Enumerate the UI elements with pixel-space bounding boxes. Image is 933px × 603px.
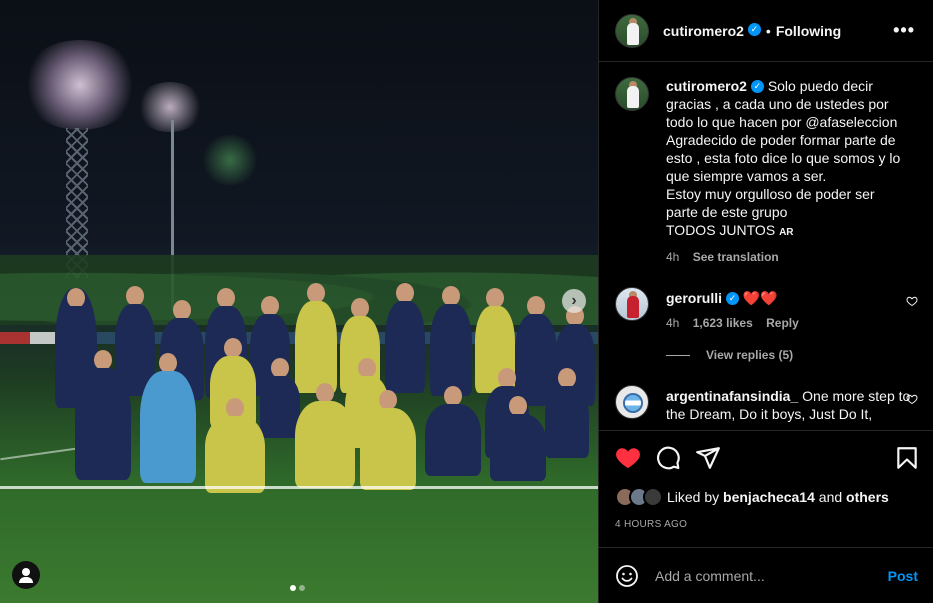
view-replies-button[interactable]: View replies (5)	[666, 348, 793, 362]
comment-icon[interactable]	[655, 445, 681, 471]
player	[545, 368, 589, 458]
comment-likes[interactable]: 1,623 likes	[693, 316, 753, 330]
carousel-dots	[290, 578, 308, 596]
caption-line: gracias , a cada uno de ustedes por	[666, 96, 889, 112]
commenter-username[interactable]: argentinafansindia_	[666, 388, 798, 404]
caption-text: cutiromero2 ✓ Solo puedo decir gracias , …	[666, 77, 920, 242]
team-group	[45, 278, 598, 493]
player	[260, 358, 300, 438]
caption-line: TODOS JUNTOS	[666, 222, 776, 238]
like-comment-icon[interactable]	[906, 295, 918, 307]
comment-item: argentinafansindia_ One more step to the…	[615, 385, 920, 423]
post-side-panel: cutiromero2 ✓ • Following ••• cutiromero…	[598, 0, 933, 603]
caption-line: que siempre vamos a ser.	[666, 168, 827, 184]
comment-item: gerorulli ✓ ❤️❤️ 4h 1,623 likes Reply	[615, 287, 920, 330]
player	[490, 396, 546, 481]
lens-flare	[200, 135, 260, 185]
stadium-light-glow	[135, 82, 205, 132]
afa-crest-icon	[623, 393, 643, 413]
share-icon[interactable]	[695, 445, 721, 471]
tagged-users-icon[interactable]	[12, 561, 40, 589]
player	[360, 390, 416, 490]
see-translation-link[interactable]: See translation	[693, 250, 779, 264]
action-icons	[615, 445, 920, 473]
caption-line: esto , esta foto dice lo que somos y lo	[666, 150, 901, 166]
comment-meta: 4h 1,623 likes Reply	[666, 316, 920, 330]
liker-avatars[interactable]	[615, 487, 667, 507]
caption-line: Agradecido de poder formar parte de	[666, 132, 896, 148]
liked-by-user[interactable]: benjacheca14	[723, 489, 815, 505]
caption-line: todo lo que hacen por @afaseleccion	[666, 114, 898, 130]
caption: cutiromero2 ✓ Solo puedo decir gracias , …	[615, 77, 920, 264]
commenter-avatar[interactable]	[615, 287, 649, 321]
player	[75, 350, 131, 480]
comment-text: gerorulli ✓ ❤️❤️	[666, 287, 920, 307]
comment-time: 4h	[666, 316, 680, 330]
commenter-avatar[interactable]	[615, 385, 649, 419]
caption-line: parte de este grupo	[666, 204, 788, 220]
author-avatar[interactable]	[615, 77, 649, 111]
author-username[interactable]: cutiromero2	[663, 23, 744, 39]
liked-by-row: Liked by benjacheca14 and others	[615, 487, 889, 507]
player	[205, 398, 265, 493]
caption-line: Estoy muy orgulloso de poder ser	[666, 186, 875, 202]
player	[425, 386, 481, 476]
player	[295, 283, 337, 393]
reply-button[interactable]: Reply	[766, 316, 799, 330]
player	[385, 283, 425, 393]
save-bookmark-icon[interactable]	[894, 445, 920, 471]
carousel-dot-active[interactable]	[290, 585, 296, 591]
caption-line: Solo puedo decir	[767, 78, 873, 94]
stadium-light-glow	[20, 40, 140, 130]
caption-username[interactable]: cutiromero2	[666, 78, 747, 94]
comment-text: argentinafansindia_ One more step to the…	[666, 385, 920, 423]
post-actions: Liked by benjacheca14 and others 4 HOURS…	[599, 430, 933, 548]
like-comment-icon[interactable]	[906, 393, 918, 405]
view-replies-label: View replies (5)	[706, 348, 794, 362]
add-comment-bar: Post	[599, 549, 933, 603]
post-timestamp[interactable]: 4 HOURS AGO	[615, 519, 687, 530]
liked-by-prefix: Liked by	[667, 489, 720, 505]
verified-badge-icon: ✓	[726, 291, 740, 305]
commenter-username[interactable]: gerorulli	[666, 290, 722, 306]
player	[140, 353, 196, 483]
following-button[interactable]: Following	[776, 23, 841, 39]
author-avatar[interactable]	[615, 13, 649, 48]
comment-body: ❤️❤️	[742, 290, 778, 306]
pitch-line	[0, 486, 598, 489]
caption-time: 4h	[666, 250, 680, 264]
post-comment-button[interactable]: Post	[888, 568, 918, 584]
comment-input[interactable]	[655, 568, 888, 584]
like-icon[interactable]	[615, 445, 641, 471]
player	[295, 383, 355, 488]
caption-meta: 4h See translation	[666, 250, 920, 264]
carousel-next-icon[interactable]: ›	[562, 289, 586, 313]
more-options-icon[interactable]: •••	[893, 20, 915, 41]
verified-badge-icon: ✓	[750, 79, 764, 93]
carousel-dot[interactable]	[299, 585, 305, 591]
liked-by-others[interactable]: others	[846, 489, 889, 505]
replies-divider	[666, 355, 690, 357]
player	[430, 286, 472, 396]
comments-list[interactable]: cutiromero2 ✓ Solo puedo decir gracias , …	[599, 63, 933, 429]
verified-badge-icon: ✓	[747, 23, 761, 36]
liker-avatar	[643, 487, 663, 507]
post-header: cutiromero2 ✓ • Following •••	[599, 0, 933, 62]
argentina-flag-icon: AR	[779, 227, 794, 238]
emoji-icon[interactable]	[615, 564, 639, 588]
separator-dot: •	[765, 22, 771, 39]
post-photo[interactable]: ›	[0, 0, 598, 603]
liked-by-and: and	[818, 489, 843, 505]
